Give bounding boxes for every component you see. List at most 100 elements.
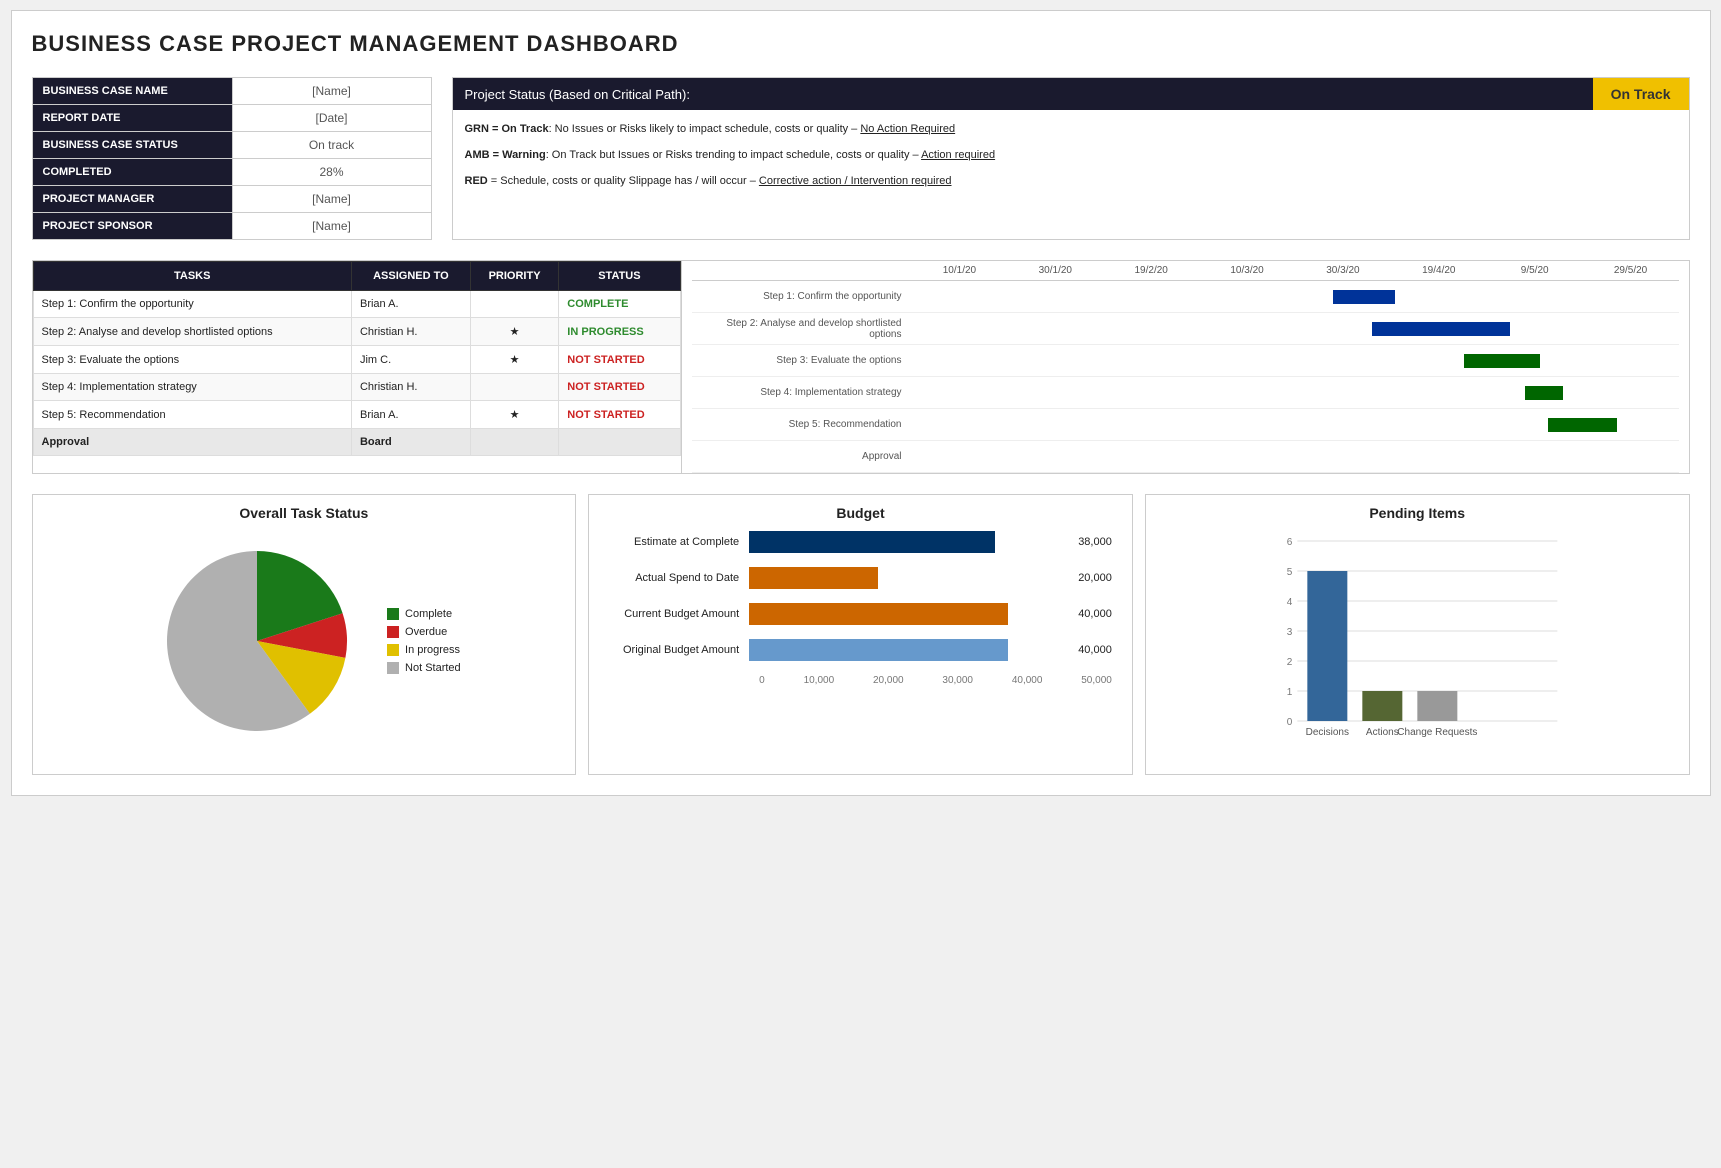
gantt-row-label: Step 4: Implementation strategy [692,387,912,398]
top-section: BUSINESS CASE NAME[Name]REPORT DATE[Date… [32,77,1690,240]
budget-bar-wrap [749,531,1072,553]
task-status: IN PROGRESS [559,318,680,346]
approval-assigned: Board [351,429,470,456]
table-row: Step 5: Recommendation Brian A. ★ NOT ST… [33,401,680,429]
gantt-bar [1464,354,1541,368]
gantt-wrap: 10/1/2030/1/2019/2/2010/3/2030/3/2019/4/… [681,261,1689,473]
legend-label: Not Started [405,662,461,674]
svg-text:1: 1 [1287,687,1293,698]
gantt-date-label: 9/5/20 [1487,261,1583,280]
budget-bar [749,567,878,589]
table-row: Step 4: Implementation strategy Christia… [33,374,680,401]
table-row: Step 3: Evaluate the options Jim C. ★ NO… [33,346,680,374]
task-assigned: Christian H. [351,318,470,346]
legend-label: Complete [405,608,452,620]
budget-card: Budget Estimate at Complete 38,000 Actua… [588,494,1133,775]
info-row: PROJECT SPONSOR[Name] [32,213,431,240]
dashboard-page: BUSINESS CASE PROJECT MANAGEMENT DASHBOA… [11,10,1711,796]
col-status: STATUS [559,262,680,291]
page-title: BUSINESS CASE PROJECT MANAGEMENT DASHBOA… [32,31,1690,57]
gantt-date-label: 30/3/20 [1295,261,1391,280]
pending-bar [1307,571,1347,721]
legend-amb: AMB = Warning: On Track but Issues or Ri… [465,144,1677,166]
task-priority: ★ [470,346,558,374]
info-label: BUSINESS CASE NAME [32,78,232,105]
budget-row: Original Budget Amount 40,000 [609,639,1112,661]
budget-bar [749,639,1007,661]
gantt-date-label: 29/5/20 [1583,261,1679,280]
task-assigned: Christian H. [351,374,470,401]
task-name: Step 5: Recommendation [33,401,351,429]
budget-row-label: Actual Spend to Date [609,572,749,584]
info-row: PROJECT MANAGER[Name] [32,186,431,213]
budget-axis-label: 20,000 [873,675,904,686]
legend-item: Complete [387,608,461,620]
gantt-rows-container: Step 1: Confirm the opportunity Step 2: A… [692,281,1679,473]
gantt-row: Step 2: Analyse and develop shortlisted … [692,313,1679,345]
pending-bar [1362,691,1402,721]
pending-title: Pending Items [1156,505,1679,521]
gantt-row-label: Step 2: Analyse and develop shortlisted … [692,318,912,340]
gantt-row: Approval [692,441,1679,473]
info-row: REPORT DATE[Date] [32,105,431,132]
budget-row: Current Budget Amount 40,000 [609,603,1112,625]
info-value: [Name] [232,186,431,213]
pending-svg: 0123456DecisionsActionsChange Requests [1166,531,1669,761]
budget-bar [749,603,1007,625]
pie-legend: Complete Overdue In progress Not Started [387,608,461,674]
task-status: NOT STARTED [559,374,680,401]
gantt-bar [1525,386,1563,400]
legend-item: Not Started [387,662,461,674]
pending-bar-label: Actions [1366,727,1399,738]
gantt-row-label: Step 3: Evaluate the options [692,355,912,366]
bottom-section: Overall Task Status Complete Overdue In pr… [32,494,1690,775]
budget-value: 38,000 [1078,536,1112,548]
task-assigned: Jim C. [351,346,470,374]
task-name: Step 2: Analyse and develop shortlisted … [33,318,351,346]
pie-title: Overall Task Status [43,505,566,521]
on-track-badge: On Track [1593,78,1689,110]
info-value: 28% [232,159,431,186]
approval-row: ApprovalBoard [33,429,680,456]
budget-row: Estimate at Complete 38,000 [609,531,1112,553]
info-value: [Date] [232,105,431,132]
legend-color [387,644,399,656]
legend-label: Overdue [405,626,447,638]
legend-item: In progress [387,644,461,656]
task-table-wrap: TASKS ASSIGNED TO PRIORITY STATUS Step 1… [33,261,681,473]
pie-container: Complete Overdue In progress Not Started [43,531,566,751]
task-name: Step 4: Implementation strategy [33,374,351,401]
task-name: Step 3: Evaluate the options [33,346,351,374]
info-row: COMPLETED28% [32,159,431,186]
pie-svg [147,531,367,751]
budget-axis-label: 30,000 [942,675,973,686]
budget-value: 40,000 [1078,608,1112,620]
budget-row-label: Original Budget Amount [609,644,749,656]
budget-axis-label: 50,000 [1081,675,1112,686]
info-value: [Name] [232,213,431,240]
task-priority [470,374,558,401]
middle-section: TASKS ASSIGNED TO PRIORITY STATUS Step 1… [32,260,1690,474]
info-label: COMPLETED [32,159,232,186]
pending-bar-label: Change Requests [1397,727,1477,738]
col-tasks: TASKS [33,262,351,291]
task-status: NOT STARTED [559,401,680,429]
gantt-bar [1333,290,1394,304]
legend-color [387,626,399,638]
approval-task: Approval [33,429,351,456]
info-label: REPORT DATE [32,105,232,132]
info-table: BUSINESS CASE NAME[Name]REPORT DATE[Date… [32,77,432,240]
task-assigned: Brian A. [351,291,470,318]
gantt-row: Step 3: Evaluate the options [692,345,1679,377]
budget-axis-label: 10,000 [804,675,835,686]
info-value: [Name] [232,78,431,105]
budget-axis: 010,00020,00030,00040,00050,000 [759,675,1112,686]
task-assigned: Brian A. [351,401,470,429]
pending-card: Pending Items 0123456DecisionsActionsCha… [1145,494,1690,775]
gantt-bar [1548,418,1617,432]
gantt-row: Step 1: Confirm the opportunity [692,281,1679,313]
budget-axis-label: 0 [759,675,765,686]
legend-color [387,662,399,674]
gantt-bar [1372,322,1510,336]
info-label: PROJECT SPONSOR [32,213,232,240]
